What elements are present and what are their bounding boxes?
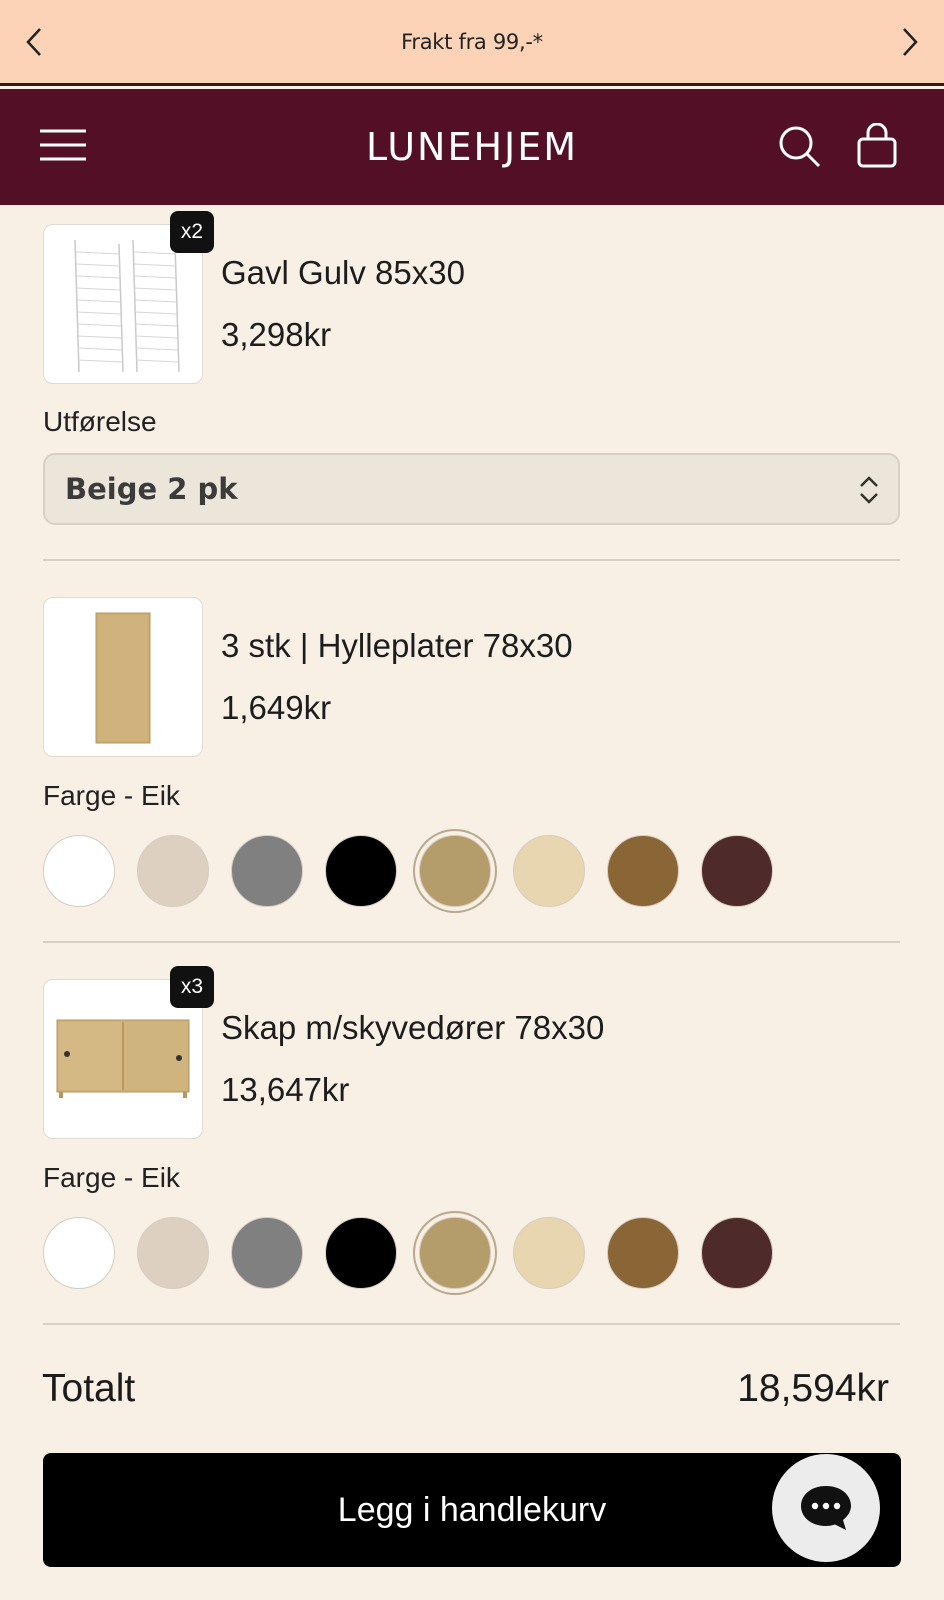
menu-button[interactable] <box>38 127 92 167</box>
product-image[interactable]: x3 <box>43 966 214 1139</box>
hamburger-icon <box>40 129 86 161</box>
shopping-bag-icon <box>857 122 897 168</box>
shelf-side-panels-image <box>74 239 180 373</box>
color-swatch[interactable] <box>231 835 303 907</box>
announcement-text: Frakt fra 99,-* <box>401 29 543 54</box>
chevron-right-icon <box>903 28 918 56</box>
quantity-badge: x2 <box>170 211 214 253</box>
site-logo[interactable]: LUNEHJEM <box>366 125 578 169</box>
color-swatch[interactable] <box>325 835 397 907</box>
divider <box>43 1323 900 1325</box>
color-swatch[interactable] <box>701 835 773 907</box>
divider <box>43 941 900 943</box>
color-swatch[interactable] <box>137 1217 209 1289</box>
add-to-cart-label: Legg i handlekurv <box>337 1490 607 1529</box>
chevron-left-icon <box>26 28 41 56</box>
cart-button[interactable] <box>856 122 898 173</box>
option-label: Farge - Eik <box>43 780 180 811</box>
color-swatch[interactable] <box>231 1217 303 1289</box>
search-button[interactable] <box>778 125 822 173</box>
color-swatch[interactable] <box>137 835 209 907</box>
shelf-plates-image <box>95 612 151 744</box>
color-swatch[interactable] <box>607 1217 679 1289</box>
next-announcement-button[interactable] <box>890 22 930 62</box>
chat-button[interactable] <box>772 1454 880 1562</box>
total-value: 18,594kr <box>737 1367 889 1410</box>
total-label: Totalt <box>42 1367 136 1410</box>
announcement-bar: Frakt fra 99,-* <box>0 0 944 86</box>
color-swatch[interactable] <box>513 1217 585 1289</box>
variant-select-value: Beige 2 pk <box>65 472 238 506</box>
product-price: 3,298kr <box>221 316 332 353</box>
product-name[interactable]: 3 stk | Hylleplater 78x30 <box>221 627 573 665</box>
product-price: 13,647kr <box>221 1071 350 1108</box>
option-label: Utførelse <box>43 406 157 437</box>
product-name[interactable]: Gavl Gulv 85x30 <box>221 254 465 292</box>
product-image[interactable]: x2 <box>43 211 214 384</box>
color-swatch[interactable] <box>325 1217 397 1289</box>
color-swatch[interactable] <box>607 835 679 907</box>
search-icon <box>779 126 821 168</box>
color-swatch[interactable] <box>419 1217 491 1289</box>
variant-select[interactable]: Beige 2 pk <box>43 453 900 525</box>
color-swatch[interactable] <box>43 835 115 907</box>
site-header: LUNEHJEM <box>0 89 944 205</box>
chevron-up-down-icon <box>860 476 878 504</box>
sliding-door-cabinet-image <box>56 1019 190 1098</box>
color-swatch[interactable] <box>43 1217 115 1289</box>
product-name[interactable]: Skap m/skyvedører 78x30 <box>221 1009 604 1047</box>
color-swatches <box>43 835 773 907</box>
quantity-badge: x3 <box>170 966 214 1008</box>
color-swatch[interactable] <box>419 835 491 907</box>
product-price: 1,649kr <box>221 689 332 726</box>
color-swatches <box>43 1217 773 1289</box>
color-swatch[interactable] <box>513 835 585 907</box>
chat-bubble-icon <box>801 1486 851 1530</box>
divider <box>43 559 900 561</box>
previous-announcement-button[interactable] <box>14 22 54 62</box>
color-swatch[interactable] <box>701 1217 773 1289</box>
option-label: Farge - Eik <box>43 1162 180 1193</box>
product-image[interactable] <box>43 597 203 757</box>
